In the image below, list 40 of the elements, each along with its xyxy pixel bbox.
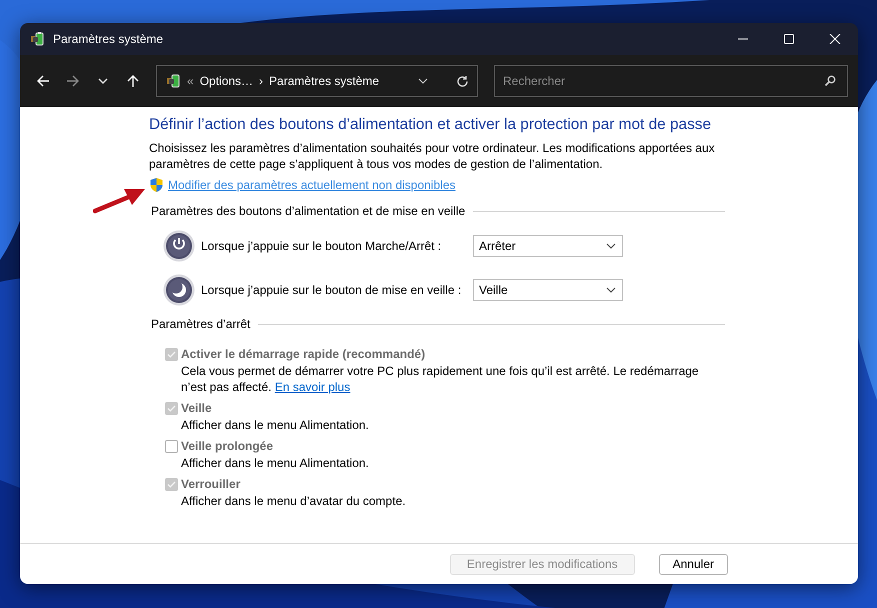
refresh-icon[interactable] (456, 74, 469, 88)
option-label: Veille (181, 401, 212, 415)
setting-label: Lorsque j’appuie sur le bouton Marche/Arrêt : (201, 239, 442, 253)
battery-plug-icon (165, 73, 181, 89)
dropdown[interactable]: Arrêter (473, 235, 623, 257)
chevron-down-icon[interactable] (606, 243, 616, 249)
cancel-button[interactable]: Annuler (658, 554, 728, 574)
option-label: Verrouiller (181, 477, 240, 491)
search-icon (824, 75, 836, 87)
setting-label: Lorsque j’appuie sur le bouton de mise en veille : (201, 283, 462, 297)
option-label: Veille prolongée (181, 439, 274, 453)
option-description: Afficher dans le menu d’avatar du compte. (181, 493, 407, 509)
battery-plug-icon (29, 31, 45, 47)
maximize-icon[interactable] (783, 34, 795, 44)
breadcrumb-separator: › (259, 74, 264, 88)
section-heading: Paramètres des boutons d’alimentation et de mise en veille (151, 204, 466, 218)
option-label: Activer le démarrage rapide (recommandé) (181, 347, 426, 361)
breadcrumb-item[interactable]: Paramètres système (269, 74, 380, 88)
option-description: Cela vous permet de démarrer votre PC plus rapidement une fois qu’il est arrêté. Le redémarrage n’est pas affecté. En savoir plus (181, 363, 700, 395)
annotation-arrow (93, 187, 145, 214)
moon-icon (163, 274, 195, 306)
dropdown[interactable]: Veille (473, 279, 623, 301)
power-icon (163, 230, 195, 262)
option-description: Afficher dans le menu Alimentation. (181, 417, 370, 433)
address-bar[interactable]: « Options… › Paramètres système (156, 65, 478, 97)
page-heading: Définir l’action des boutons d’alimentation et activer la protection par mot de passe (149, 115, 712, 135)
breadcrumb-item[interactable]: Options… (200, 74, 254, 88)
search-field[interactable]: Rechercher (494, 65, 848, 97)
right-arrow-icon[interactable] (66, 74, 80, 88)
dropdown-chevron-icon[interactable] (418, 78, 428, 84)
chevron-down-icon[interactable] (606, 287, 616, 293)
breadcrumb-overflow[interactable]: « (187, 74, 194, 88)
shield-icon (149, 177, 164, 193)
close-icon[interactable] (829, 34, 841, 44)
section-heading: Paramètres d’arrêt (151, 317, 250, 331)
up-arrow-icon[interactable] (126, 74, 140, 88)
option-description: Afficher dans le menu Alimentation. (181, 455, 370, 471)
left-arrow-icon[interactable] (36, 74, 50, 88)
page-description: Choisissez les paramètres d’alimentation souhaités pour votre ordinateur. Les modifications apportées aux paramètres de cette page s’appliquent à tous vos modes de gestion de l’alimentation. (149, 140, 716, 172)
window-title: Paramètres système (53, 32, 164, 46)
